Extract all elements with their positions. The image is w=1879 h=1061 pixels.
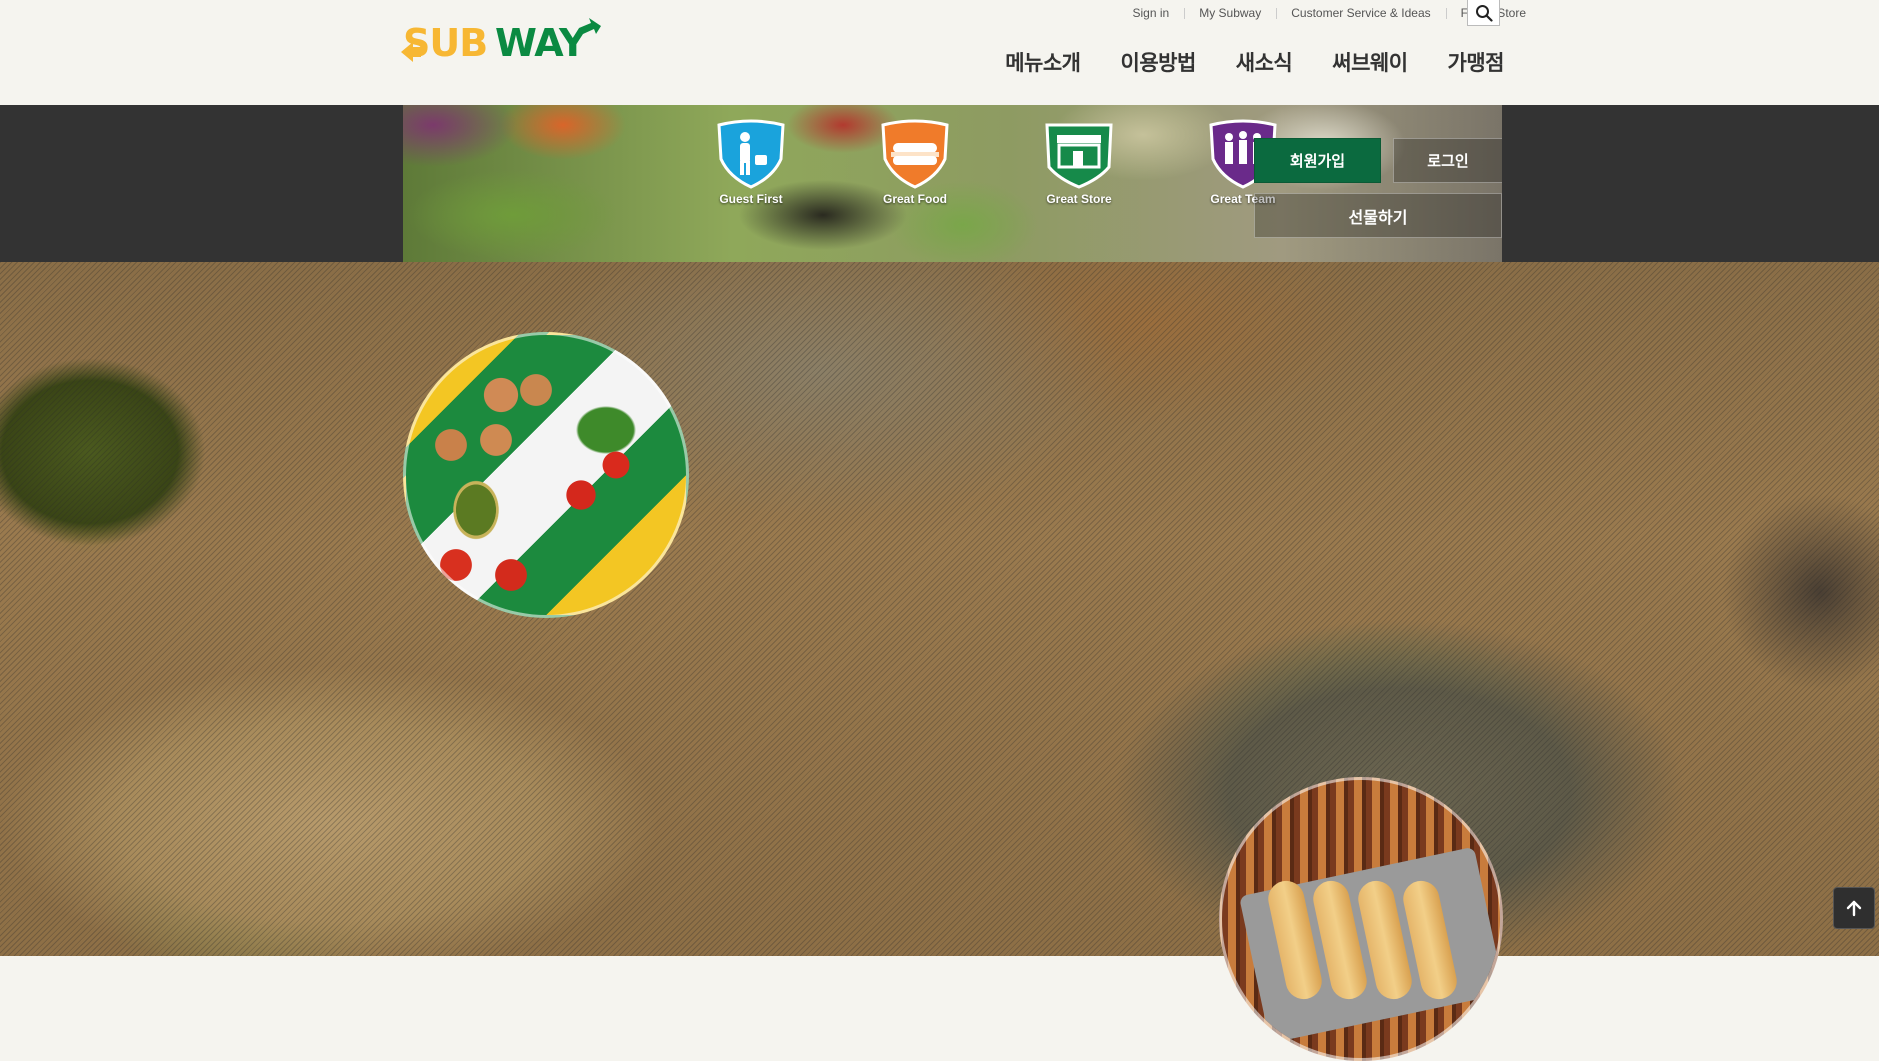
login-button[interactable]: 로그인 xyxy=(1393,138,1502,183)
bread-baking-photo xyxy=(1219,777,1503,1061)
value-label: Great Store xyxy=(1046,192,1112,206)
sign-in-link[interactable]: Sign in xyxy=(1118,0,1185,26)
great-store-shield-icon xyxy=(1045,123,1113,189)
join-button[interactable]: 회원가입 xyxy=(1254,138,1381,183)
site-header: SUB WAY Sign in My Subway Customer Servi… xyxy=(0,0,1879,105)
hero-background xyxy=(0,262,1879,956)
gift-button[interactable]: 선물하기 xyxy=(1254,193,1502,238)
value-guest-first[interactable]: Guest First xyxy=(669,119,833,206)
value-great-food[interactable]: Great Food xyxy=(833,119,997,206)
search-button[interactable] xyxy=(1467,0,1500,26)
nav-menu[interactable]: 메뉴소개 xyxy=(1005,47,1081,77)
core-values: Guest First Great Food Great Store Great… xyxy=(669,119,1325,206)
my-subway-link[interactable]: My Subway xyxy=(1184,0,1276,26)
nav-franchise[interactable]: 가맹점 xyxy=(1448,47,1505,77)
main-nav: 메뉴소개 이용방법 새소식 써브웨이 가맹점 xyxy=(1005,47,1504,77)
search-icon xyxy=(1475,4,1493,22)
arrow-up-icon xyxy=(1846,900,1862,917)
values-band-image: Guest First Great Food Great Store Great… xyxy=(403,105,1502,262)
nav-news[interactable]: 새소식 xyxy=(1236,47,1293,77)
svg-text:WAY: WAY xyxy=(495,21,587,65)
great-food-shield-icon xyxy=(881,119,949,189)
customer-service-link[interactable]: Customer Service & Ideas xyxy=(1276,0,1445,26)
value-label: Great Food xyxy=(882,192,947,206)
values-band: Guest First Great Food Great Store Great… xyxy=(0,105,1879,262)
subway-logo[interactable]: SUB WAY xyxy=(401,16,611,66)
ingredients-photo xyxy=(403,332,689,618)
nav-subway[interactable]: 써브웨이 xyxy=(1332,47,1408,77)
value-label: Guest First xyxy=(719,192,783,206)
guest-first-shield-icon xyxy=(717,119,785,189)
nav-how-to-use[interactable]: 이용방법 xyxy=(1121,47,1197,77)
scroll-top-button[interactable] xyxy=(1833,887,1875,929)
value-great-store[interactable]: Great Store xyxy=(997,119,1161,206)
svg-text:SUB: SUB xyxy=(403,21,487,65)
